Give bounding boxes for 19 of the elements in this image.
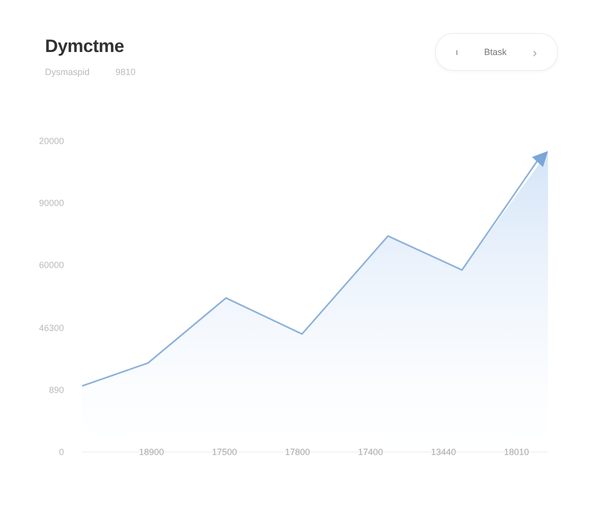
y-axis-label: 60000 — [38, 259, 64, 272]
y-axis-label: 0 — [58, 446, 64, 459]
x-axis-label: 18900 — [138, 447, 166, 457]
y-axis-label: 890 — [48, 384, 64, 397]
next-button[interactable]: › — [532, 44, 537, 60]
y-axis-label: 46300 — [38, 322, 64, 335]
x-axis-label: 17800 — [284, 447, 312, 457]
y-axis-label: 90000 — [38, 197, 64, 210]
subtitle-value: 9810 — [116, 67, 136, 77]
x-axis-label: 17400 — [356, 447, 384, 457]
period-label: Btask — [484, 47, 507, 57]
chart-title: Dymctme — [45, 36, 125, 57]
y-axis-label: 20000 — [38, 135, 64, 148]
x-axis-label: 17500 — [210, 447, 238, 457]
x-axis-label: 18010 — [502, 447, 530, 457]
period-switcher[interactable]: ı Btask › — [434, 33, 558, 71]
x-axis-label: 13440 — [430, 447, 458, 457]
previous-button[interactable]: ı — [456, 47, 458, 57]
subtitle: Dysmaspid — [45, 67, 90, 77]
